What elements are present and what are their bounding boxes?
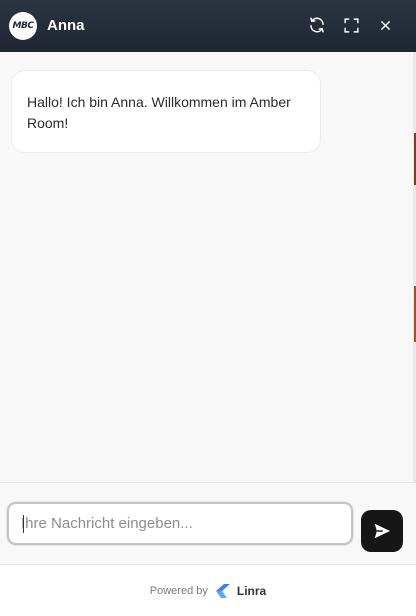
message-list[interactable]: Hallo! Ich bin Anna. Willkommen im Amber…: [0, 52, 413, 482]
message-input[interactable]: [9, 504, 351, 543]
close-button[interactable]: [374, 14, 396, 36]
chat-title: Anna: [47, 17, 85, 34]
footer: Powered by Linra: [0, 564, 416, 616]
chat-header: MBC Anna: [0, 0, 416, 52]
send-button[interactable]: [361, 510, 403, 552]
refresh-button[interactable]: [306, 14, 328, 36]
linra-logo-icon: [215, 583, 231, 598]
send-icon: [374, 523, 390, 539]
close-icon: [380, 20, 390, 30]
expand-button[interactable]: [340, 14, 362, 36]
expand-icon: [343, 17, 359, 33]
refresh-icon: [310, 17, 324, 33]
avatar-logo-text: MBC: [12, 21, 34, 31]
composer: [0, 483, 416, 564]
message-text: Hallo! Ich bin Anna. Willkommen im Amber…: [27, 94, 291, 131]
message-input-wrapper: [7, 502, 353, 545]
text-caret: [23, 515, 24, 533]
powered-by-label: Powered by: [149, 584, 208, 597]
chat-widget: MBC Anna Hallo! Ich bin Anna. Willkommen…: [0, 0, 416, 616]
avatar: MBC: [9, 12, 37, 40]
brand-name[interactable]: Linra: [237, 584, 266, 598]
bot-message-bubble: Hallo! Ich bin Anna. Willkommen im Amber…: [11, 70, 321, 153]
